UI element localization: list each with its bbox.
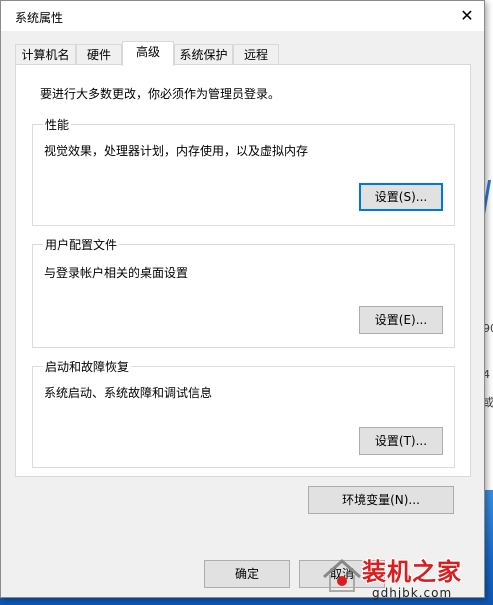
tab-advanced[interactable]: 高级 [122,41,174,66]
performance-group: 性能 视觉效果，处理器计划，内存使用，以及虚拟内存 设置(S)... [32,116,455,226]
watermark-site-name: 装机之家 [362,558,462,586]
close-icon[interactable]: ✕ [454,3,480,29]
user-profiles-group: 用户配置文件 与登录帐户相关的桌面设置 设置(E)... [32,236,455,348]
startup-recovery-group-title: 启动和故障恢复 [43,358,132,375]
tab-system-protection[interactable]: 系统保护 [174,44,233,64]
performance-group-title: 性能 [43,116,72,133]
tab-hardware[interactable]: 硬件 [76,44,122,64]
window-title: 系统属性 [15,11,64,25]
user-profiles-settings-button[interactable]: 设置(E)... [359,306,443,334]
performance-description: 视觉效果，处理器计划，内存使用，以及虚拟内存 [44,144,309,158]
startup-recovery-group: 启动和故障恢复 系统启动、系统故障和调试信息 设置(T)... [32,358,455,468]
performance-settings-button[interactable]: 设置(S)... [359,183,443,211]
ok-button[interactable]: 确定 [204,560,290,588]
environment-variables-button[interactable]: 环境变量(N)... [308,486,454,514]
tab-computer-name[interactable]: 计算机名 [15,44,76,64]
user-profiles-description: 与登录帐户相关的桌面设置 [44,266,189,280]
tab-remote[interactable]: 远程 [233,44,279,64]
title-bar[interactable]: 系统属性 ✕ [1,1,484,31]
watermark-logo-icon [323,558,361,592]
watermark-url: gdhjbk.com [372,586,453,600]
advanced-tab-panel: 要进行大多数更改，你必须作为管理员登录。 性能 视觉效果，处理器计划，内存使用，… [15,64,471,477]
system-properties-dialog: 系统属性 ✕ 计算机名 硬件 高级 系统保护 远程 要进行大多数更改，你必须作为… [0,0,485,598]
startup-recovery-description: 系统启动、系统故障和调试信息 [44,386,213,400]
user-profiles-group-title: 用户配置文件 [43,236,120,253]
startup-recovery-settings-button[interactable]: 设置(T)... [359,427,443,455]
admin-note: 要进行大多数更改，你必须作为管理员登录。 [40,87,281,101]
